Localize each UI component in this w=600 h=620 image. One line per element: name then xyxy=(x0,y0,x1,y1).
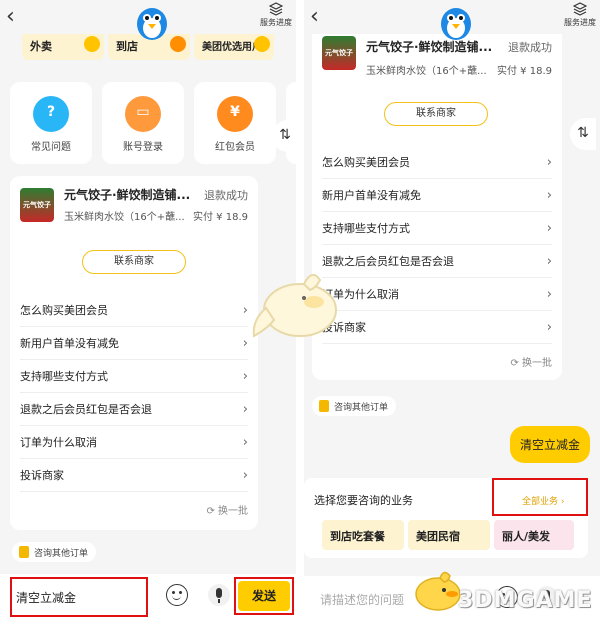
chevron-right-icon: › xyxy=(546,188,552,203)
refresh-button[interactable]: ⟳ 换一批 xyxy=(510,354,552,369)
progress-icon xyxy=(573,2,587,16)
card-icon: ▭ xyxy=(125,96,161,132)
other-orders-label: 咨询其他订单 xyxy=(334,403,389,413)
microphone-icon[interactable] xyxy=(208,584,230,606)
question-item[interactable]: 投诉商家 › xyxy=(322,311,552,344)
order-status: 退款成功 xyxy=(508,41,552,54)
back-icon[interactable]: ‹ xyxy=(310,4,319,29)
order-paid: 实付 ¥ 18.9 xyxy=(497,66,552,77)
question-item[interactable]: 怎么购买美团会员 › xyxy=(322,146,552,179)
other-orders-label: 咨询其他订单 xyxy=(34,549,89,559)
order-faq-card: 元气饺子 元气饺子·鲜饺制造铺... 退款成功 玉米鲜肉水饺（16个+蘸... … xyxy=(10,176,258,530)
document-icon xyxy=(319,400,329,412)
question-item[interactable]: 新用户首单没有减免 › xyxy=(322,179,552,212)
shop-name: 元气饺子·鲜饺制造铺... xyxy=(64,188,191,202)
question-item[interactable]: 订单为什么取消 › xyxy=(20,426,248,459)
promo-icon xyxy=(170,36,186,52)
chevron-right-icon: › xyxy=(546,287,552,302)
business-chip[interactable]: 到店吃套餐 xyxy=(322,520,404,550)
contact-merchant-button[interactable]: 联系商家 xyxy=(82,250,186,274)
sort-icon[interactable]: ⇅ xyxy=(272,120,296,152)
chevron-right-icon: › xyxy=(242,369,248,384)
order-status: 退款成功 xyxy=(204,189,248,202)
service-progress-button[interactable]: 服务进度 xyxy=(256,2,296,28)
top-bar: ‹ 服务进度 xyxy=(0,0,296,40)
right-screenshot: ‹ 服务进度 元气饺子 元气饺子·鲜饺制造铺... 退款成功 玉米鲜肉水饺（16… xyxy=(304,0,600,620)
document-icon xyxy=(19,546,29,558)
promo-label: 外卖 xyxy=(30,40,52,53)
other-orders-button[interactable]: 咨询其他订单 xyxy=(312,396,397,416)
red-packet-card[interactable]: ¥ 红包会员 xyxy=(194,82,276,164)
highlight-box xyxy=(234,577,294,615)
order-paid: 实付 ¥ 18.9 xyxy=(193,212,248,223)
mascot-icon xyxy=(137,8,167,40)
yen-icon: ¥ xyxy=(217,96,253,132)
order-faq-card: 元气饺子 元气饺子·鲜饺制造铺... 退款成功 玉米鲜肉水饺（16个+蘸... … xyxy=(312,24,562,380)
faq-card[interactable]: ? 常见问题 xyxy=(10,82,92,164)
chevron-right-icon: › xyxy=(242,435,248,450)
service-progress-label: 服务进度 xyxy=(564,18,596,27)
chevron-right-icon: › xyxy=(546,221,552,236)
question-item[interactable]: 支持哪些支付方式 › xyxy=(322,212,552,245)
business-title: 选择您要咨询的业务 xyxy=(314,494,413,507)
order-item: 玉米鲜肉水饺（16个+蘸... xyxy=(366,66,486,77)
promo-icon xyxy=(84,36,100,52)
highlight-box xyxy=(10,577,148,617)
question-item[interactable]: 退款之后会员红包是否会退 › xyxy=(322,245,552,278)
user-message-bubble: 清空立减金 xyxy=(510,426,591,463)
question-item[interactable]: 新用户首单没有减免 › xyxy=(20,327,248,360)
service-progress-label: 服务进度 xyxy=(260,18,292,27)
promo-label: 美团优选用户 xyxy=(202,42,262,53)
order-item: 玉米鲜肉水饺（16个+蘸... xyxy=(64,212,184,223)
question-item[interactable]: 订单为什么取消 › xyxy=(322,278,552,311)
service-progress-button[interactable]: 服务进度 xyxy=(560,2,600,28)
chevron-right-icon: › xyxy=(242,468,248,483)
mascot-icon xyxy=(441,8,471,40)
refresh-button[interactable]: ⟳ 换一批 xyxy=(206,502,248,517)
contact-merchant-button[interactable]: 联系商家 xyxy=(384,102,488,126)
question-icon: ? xyxy=(33,96,69,132)
promo-waimai[interactable]: 外卖 xyxy=(22,30,104,60)
account-login-card[interactable]: ▭ 账号登录 xyxy=(102,82,184,164)
watermark-duck-icon xyxy=(252,273,337,338)
progress-icon xyxy=(269,2,283,16)
highlight-box xyxy=(492,478,588,516)
account-login-label: 账号登录 xyxy=(123,142,163,153)
faq-label: 常见问题 xyxy=(31,142,71,153)
chevron-right-icon: › xyxy=(242,402,248,417)
back-icon[interactable]: ‹ xyxy=(6,4,15,29)
promo-icon xyxy=(254,36,270,52)
question-item[interactable]: 支持哪些支付方式 › xyxy=(20,360,248,393)
sort-icon[interactable]: ⇅ xyxy=(570,118,596,150)
business-chip[interactable]: 美团民宿 xyxy=(408,520,490,550)
chevron-right-icon: › xyxy=(546,254,552,269)
order-thumbnail: 元气饺子 xyxy=(322,36,356,70)
question-item[interactable]: 退款之后会员红包是否会退 › xyxy=(20,393,248,426)
top-bar: ‹ 服务进度 xyxy=(304,0,600,40)
watermark-text: 3DMGAME xyxy=(458,588,593,613)
business-chip[interactable]: 丽人/美发 xyxy=(494,520,574,550)
emoji-icon[interactable] xyxy=(166,584,188,606)
chevron-right-icon: › xyxy=(546,320,552,335)
business-card: 选择您要咨询的业务 全部业务 › 到店吃套餐 美团民宿 丽人/美发 xyxy=(304,478,588,558)
question-item[interactable]: 投诉商家 › xyxy=(20,459,248,492)
order-thumbnail: 元气饺子 xyxy=(20,188,54,222)
question-item[interactable]: 怎么购买美团会员 › xyxy=(20,294,248,327)
promo-youxuan[interactable]: 美团优选用户 xyxy=(194,30,274,60)
red-packet-label: 红包会员 xyxy=(215,142,255,153)
input-bar: 清空立减金 发送 xyxy=(0,574,296,620)
shop-name: 元气饺子·鲜饺制造铺... xyxy=(366,40,493,54)
other-orders-button[interactable]: 咨询其他订单 xyxy=(12,542,97,562)
chevron-right-icon: › xyxy=(546,155,552,170)
